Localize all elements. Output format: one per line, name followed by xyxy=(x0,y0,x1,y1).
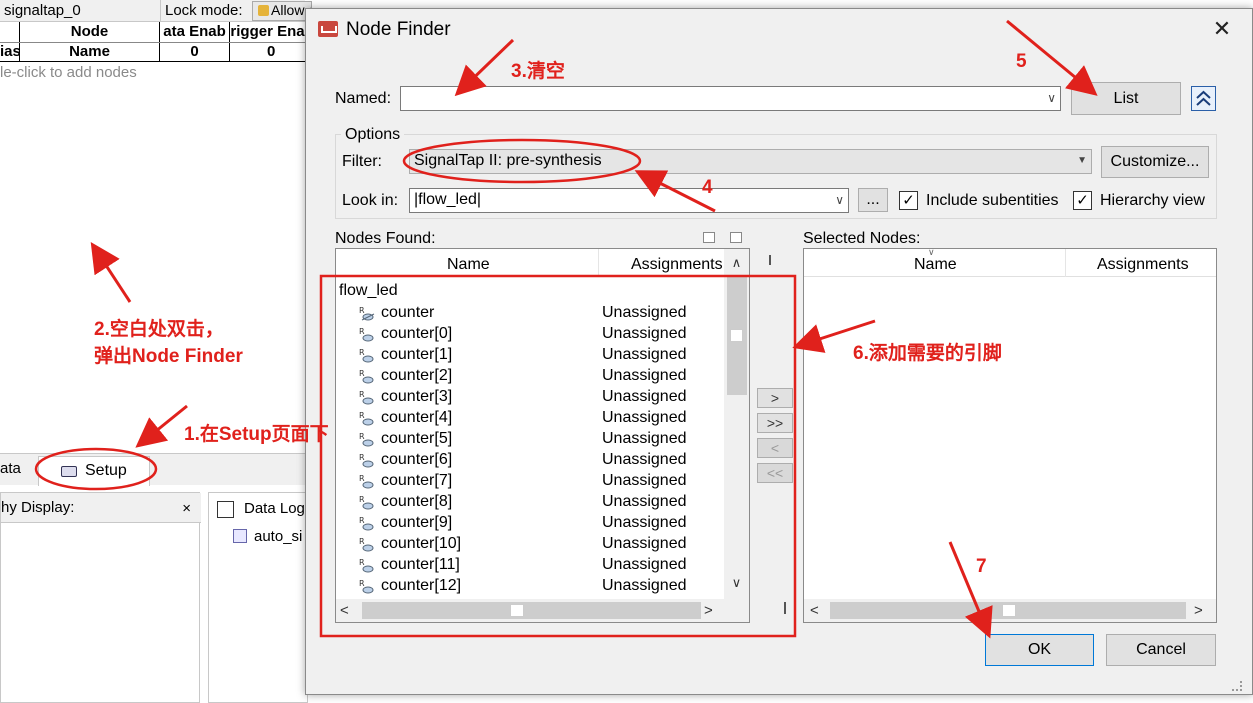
annotation-step7: 7 xyxy=(976,556,987,577)
annotation-step3: 3.清空 xyxy=(511,61,565,82)
annotation-step4: 4 xyxy=(702,177,713,198)
annotation-step6: 6.添加需要的引脚 xyxy=(853,343,1002,364)
arrow-step1 xyxy=(135,404,188,448)
annotation-step1: 1.在Setup页面下 xyxy=(184,424,329,445)
arrow-step3 xyxy=(454,38,515,97)
filter-highlight xyxy=(402,138,642,184)
arrow-step2 xyxy=(90,241,132,303)
setup-tab-highlight xyxy=(34,447,158,491)
annotation-step5: 5 xyxy=(1016,51,1027,72)
nodes-found-highlight xyxy=(319,274,797,638)
annotation-step2-line1: 2.空白处双击， xyxy=(94,319,224,340)
annotation-step2-line2: 弹出Node Finder xyxy=(94,346,243,367)
